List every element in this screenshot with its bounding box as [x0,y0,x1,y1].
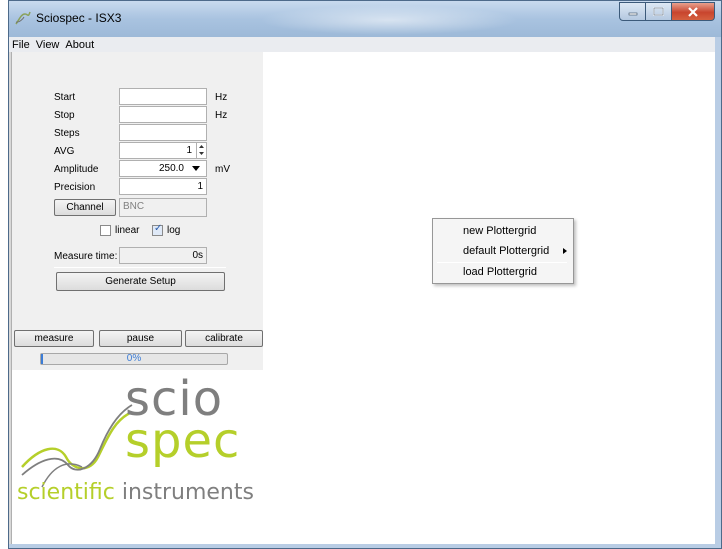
maximize-icon [653,7,664,16]
minimize-icon [628,12,637,15]
close-icon [688,6,698,17]
amplitude-label: Amplitude [54,164,99,175]
window-controls [619,2,715,22]
progress-bar: 0% [40,353,228,365]
client-area: Start Hz Stop Hz Steps AVG 1 Amplitude 2… [9,52,715,544]
precision-input[interactable]: 1 [119,178,207,195]
amplitude-unit: mV [215,164,230,175]
logo-tagline: scientific instruments [17,480,254,505]
progress-text: 0% [126,353,142,364]
logo-tagline-scientific: scientific [17,480,115,505]
log-checkbox[interactable] [152,223,163,236]
context-menu: new Plottergrid default Plottergrid load… [432,218,574,284]
settings-panel: Start Hz Stop Hz Steps AVG 1 Amplitude 2… [12,52,263,370]
steps-label: Steps [54,128,80,139]
logo-text-spec: spec [125,413,241,469]
measure-time-value: 0s [119,247,207,264]
title-bar[interactable]: Sciospec - ISX3 [9,1,721,37]
title-glow [259,5,519,35]
avg-label: AVG [54,146,75,157]
linear-checkbox[interactable] [100,225,111,236]
steps-input[interactable] [119,124,207,141]
spin-down-icon [199,152,204,155]
window-title: Sciospec - ISX3 [36,11,122,25]
avg-spinbox[interactable]: 1 [119,142,207,159]
generate-setup-button[interactable]: Generate Setup [56,272,225,291]
submenu-arrow-icon [563,248,567,254]
log-label: log [167,225,181,236]
separator [54,267,226,268]
menu-about[interactable]: About [65,39,94,51]
channel-value: BNC [119,198,207,217]
calibrate-button[interactable]: calibrate [185,330,263,347]
start-input[interactable] [119,88,207,105]
menu-view[interactable]: View [36,39,60,51]
maximize-button[interactable] [646,2,672,21]
menu-item-new-plottergrid[interactable]: new Plottergrid [463,225,536,237]
channel-button[interactable]: Channel [54,199,116,216]
menu-item-default-plottergrid[interactable]: default Plottergrid [463,245,549,257]
measure-button[interactable]: measure [14,330,94,347]
stop-input[interactable] [119,106,207,123]
app-icon [15,11,31,25]
chevron-down-icon[interactable] [192,166,200,172]
measure-time-label: Measure time: [54,251,118,262]
menu-bar: File View About [9,37,715,52]
start-label: Start [54,92,76,103]
menu-separator [437,262,567,263]
linear-label: linear [115,225,140,236]
menu-file[interactable]: File [12,39,30,51]
stop-label: Stop [54,110,75,121]
menu-item-load-plottergrid[interactable]: load Plottergrid [463,266,537,278]
pause-button[interactable]: pause [99,330,182,347]
main-window: Sciospec - ISX3 File View About Start Hz… [8,0,722,549]
stop-unit: Hz [215,110,228,121]
minimize-button[interactable] [619,2,646,21]
precision-label: Precision [54,182,96,193]
avg-spin-buttons[interactable] [196,143,205,158]
spin-up-icon [199,145,204,148]
logo-tagline-instruments: instruments [114,480,254,505]
close-button[interactable] [672,2,715,21]
start-unit: Hz [215,92,228,103]
